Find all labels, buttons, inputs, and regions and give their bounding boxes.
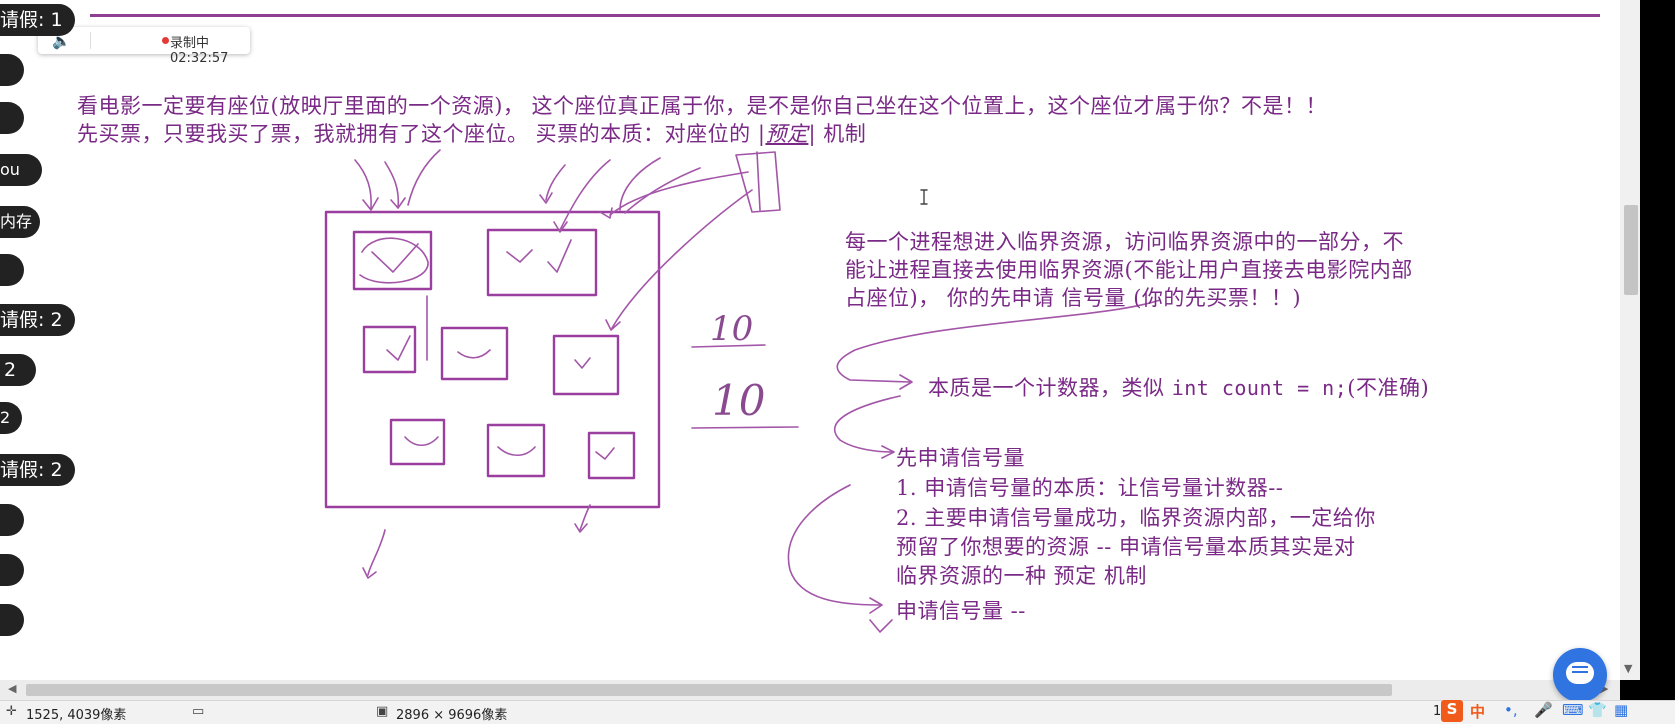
chat-bubble[interactable]: 2 (0, 354, 36, 386)
note-essence-b: (不准确) (1347, 376, 1430, 400)
keyboard-icon[interactable]: ⌨ (1562, 701, 1584, 719)
chat-button[interactable] (1553, 648, 1607, 702)
image-size-icon: ▣ (376, 704, 389, 719)
note-line-2-c: | 机制 (808, 122, 867, 146)
seat (352, 230, 433, 291)
note-line-2-b: 预定 (765, 122, 809, 146)
chat-bubble[interactable]: 请假: 1 (0, 4, 75, 36)
image-size: 2896 × 9696像素 (396, 708, 508, 723)
vertical-scrollbar[interactable]: ▼ (1620, 0, 1640, 680)
note-essence-code: int count = n; (1171, 376, 1348, 400)
scroll-down-icon[interactable]: ▼ (1624, 662, 1632, 675)
fraction-numerator: 10 (710, 309, 753, 349)
chat-bubble[interactable]: 内存 (0, 206, 40, 238)
scroll-left-icon[interactable]: ◀ (8, 682, 16, 695)
note-essence-a: 本质是一个计数器，类似 (928, 376, 1172, 400)
ime-tray[interactable]: S 中 •, 🎤 ⌨ 👕 ▦ (1438, 700, 1675, 723)
microphone-icon[interactable]: 🎤 (1534, 701, 1553, 719)
horizontal-scrollbar[interactable]: ◀ ▶ (0, 680, 1620, 700)
note-block1-line2: 能让进程直接去使用临界资源(不能让用户直接去电影院内部 (845, 258, 1413, 282)
note-line-1: 看电影一定要有座位(放映厅里面的一个资源)， 这个座位真正属于你，是不是你自己坐… (77, 94, 1328, 118)
scroll-thumb[interactable] (1624, 205, 1638, 295)
chat-bubble[interactable]: 请假: 2 (0, 454, 75, 486)
chat-bubble[interactable]: 请假: 2 (0, 304, 75, 336)
skin-icon[interactable]: 👕 (1588, 701, 1607, 719)
drawing-canvas[interactable]: 🔈 录制中02:32:57 10 10 看电影一定要有座位(放映厅里面的一个资源… (0, 0, 1620, 680)
note-line-2-a: 先买票，只要我买了票，我就拥有了这个座位。 买票的本质：对座位的 | (77, 122, 766, 146)
note-line-2: 先买票，只要我买了票，我就拥有了这个座位。 买票的本质：对座位的 |预定| 机制 (77, 118, 866, 148)
seat (389, 418, 446, 466)
note-apply-1: 1. 申请信号量的本质：让信号量计数器-- (896, 476, 1284, 500)
chat-bubble-icon (1566, 662, 1594, 684)
crosshair-icon: ✛ (6, 704, 17, 719)
seat (362, 325, 417, 374)
seat (486, 423, 546, 478)
note-apply-4: 临界资源的一种 预定 机制 (896, 564, 1147, 588)
punctuation-mode[interactable]: •, (1504, 701, 1518, 719)
note-block1-line3: 占座位)， 你的先申请 信号量 (你的先买票！！) (845, 286, 1302, 310)
note-block1-line1: 每一个进程想进入临界资源，访问临界资源中的一部分，不 (845, 230, 1404, 254)
seat (552, 334, 620, 396)
sogou-s-icon[interactable]: S (1441, 700, 1463, 722)
toolbox-icon[interactable]: ▦ (1614, 701, 1628, 719)
cursor-position: 1525, 4039像素 (26, 708, 127, 723)
note-apply-2: 2. 主要申请信号量成功，临界资源内部，一定给你 (896, 506, 1376, 530)
note-apply-title: 先申请信号量 (896, 446, 1025, 470)
scroll-thumb[interactable] (26, 684, 1392, 696)
fraction-denominator: 10 (712, 376, 765, 425)
seat (486, 228, 598, 297)
note-apply-3: 预留了你想要的资源 -- 申请信号量本质其实是对 (896, 535, 1356, 559)
chat-bubble[interactable]: ou (0, 154, 42, 186)
ime-chinese-mode[interactable]: 中 (1470, 701, 1485, 722)
selection-icon: ▭ (192, 704, 205, 719)
note-essence: 本质是一个计数器，类似 int count = n;(不准确) (928, 372, 1429, 402)
seat (587, 431, 636, 480)
note-apply-5: 申请信号量 -- (896, 599, 1026, 623)
seat (440, 326, 509, 381)
status-bar: ✛ 1525, 4039像素 ▭ ▣ 2896 × 9696像素 1 (0, 700, 1675, 724)
